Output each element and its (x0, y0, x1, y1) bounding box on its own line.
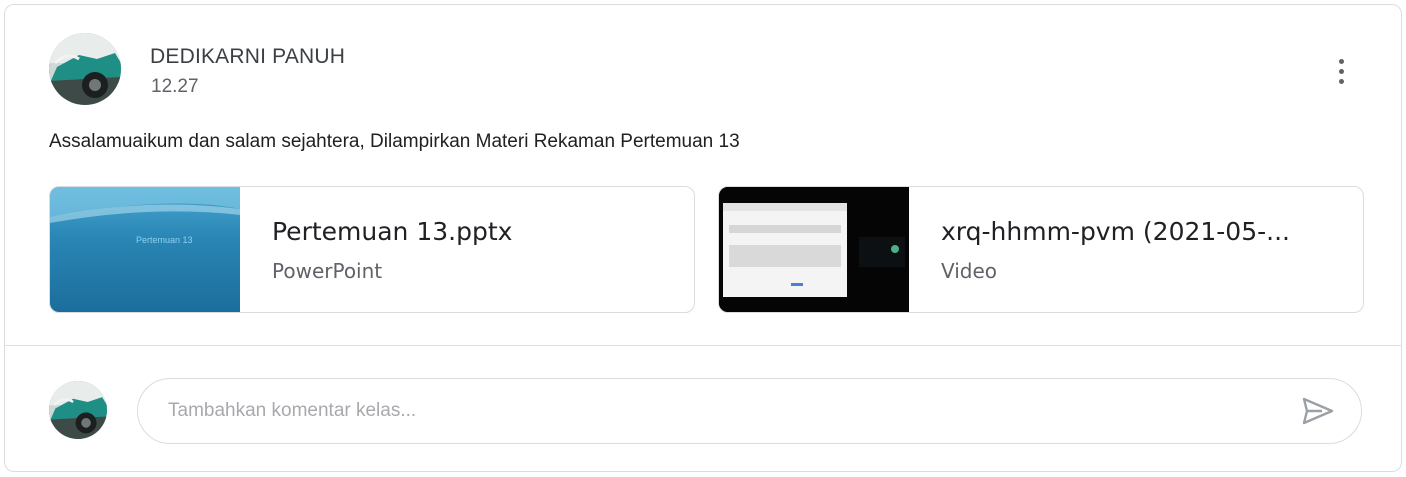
post-message: Assalamuaikum dan salam sejahtera, Dilam… (49, 131, 740, 152)
slide-title-text: Pertemuan 13 (136, 235, 193, 245)
attachment-name: xrq-hhmm-pvm (2021-05-... (941, 217, 1290, 246)
send-icon (1302, 397, 1334, 425)
author-name: DEDIKARNI PANUH (150, 45, 346, 68)
comment-box (137, 378, 1362, 444)
more-vert-icon (1339, 59, 1344, 64)
attachment-video[interactable]: xrq-hhmm-pvm (2021-05-... Video (718, 186, 1364, 313)
avatar-photo (49, 381, 107, 439)
powerpoint-thumbnail: Pertemuan 13 (50, 187, 240, 312)
more-vert-icon-dot (1339, 69, 1344, 74)
send-button[interactable] (1298, 393, 1338, 429)
comment-input[interactable] (168, 379, 1268, 443)
current-user-avatar (49, 381, 107, 439)
slide-wave-graphic (50, 187, 240, 223)
avatar-photo (49, 33, 121, 105)
video-thumbnail (719, 187, 909, 312)
attachment-type: PowerPoint (272, 259, 383, 283)
comment-divider (5, 345, 1401, 346)
attachment-powerpoint[interactable]: Pertemuan 13 Pertemuan 13.pptx PowerPoin… (49, 186, 695, 313)
more-options-button[interactable] (1325, 51, 1357, 91)
more-vert-icon-dot (1339, 79, 1344, 84)
attachment-name: Pertemuan 13.pptx (272, 217, 513, 246)
post-time: 12.27 (151, 76, 199, 97)
video-frame-graphic (719, 187, 909, 312)
attachment-type: Video (941, 259, 998, 283)
author-avatar[interactable] (49, 33, 121, 105)
post-card: DEDIKARNI PANUH 12.27 Assalamuaikum dan … (4, 4, 1402, 472)
